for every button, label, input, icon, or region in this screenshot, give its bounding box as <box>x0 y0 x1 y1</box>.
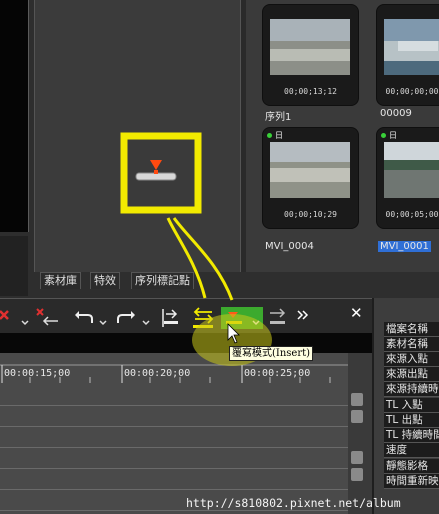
callout-line <box>166 217 234 301</box>
watermark-text: http://s810802.pixnet.net/album <box>186 496 401 510</box>
annotation-overlay <box>120 132 272 366</box>
tooltip: 覆寫模式(Insert) <box>229 346 314 361</box>
